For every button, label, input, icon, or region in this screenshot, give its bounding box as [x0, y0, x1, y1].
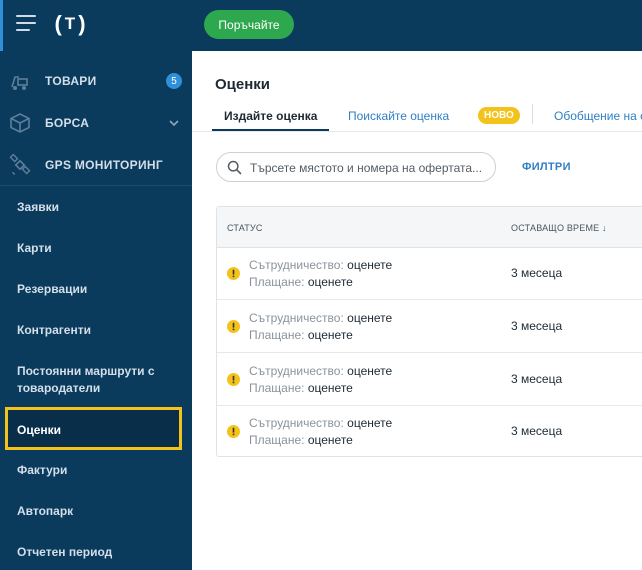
column-header-remaining-time[interactable]: ОСТАВАЩО ВРЕМЕ ↓	[511, 223, 607, 233]
sidebar-item-label: Карти	[17, 241, 52, 255]
sidebar-item-ratings[interactable]: Оценки	[5, 407, 182, 450]
sidebar-item-label: GPS МОНИТОРИНГ	[45, 158, 163, 172]
truck-icon	[11, 76, 28, 90]
search-icon	[227, 160, 242, 175]
sidebar-item-gps[interactable]: GPS МОНИТОРИНГ	[0, 145, 192, 185]
table-row[interactable]: Сътрудничество: оценете Плащане: оценете…	[217, 406, 642, 458]
cooperation-status: Сътрудничество: оценете	[249, 311, 393, 325]
cooperation-status: Сътрудничество: оценете	[249, 364, 393, 378]
sidebar-item-label: Отчетен период	[17, 545, 113, 559]
cargo-count-badge: 5	[166, 73, 182, 89]
payment-status: Плащане: оценете	[249, 328, 353, 342]
sidebar-item-label: ТОВАРИ	[45, 74, 97, 88]
warning-icon	[227, 425, 240, 438]
payment-status: Плащане: оценете	[249, 433, 353, 447]
sidebar-item-cargo[interactable]: ТОВАРИ 5	[0, 61, 192, 101]
sidebar-item-reporting-period[interactable]: Отчетен период	[0, 545, 192, 561]
sidebar-main-nav: ТОВАРИ 5 БОРСА GPS МОНИТОРИНГ	[0, 51, 192, 186]
table-row[interactable]: Сътрудничество: оценете Плащане: оценете…	[217, 301, 642, 353]
sidebar-item-label-line2: товародатели	[17, 381, 101, 395]
sidebar-item-label: Автопарк	[17, 504, 74, 518]
tab-ratings-summary[interactable]: Обобщение на оце	[554, 102, 642, 130]
sidebar-item-label: Оценки	[17, 423, 62, 437]
remaining-time: 3 месеца	[511, 319, 563, 333]
sidebar-item-contractors[interactable]: Контрагенти	[0, 323, 192, 339]
ratings-table: СТАТУС ОСТАВАЩО ВРЕМЕ ↓ Сътрудничество: …	[216, 206, 642, 457]
column-header-status: СТАТУС	[227, 223, 263, 233]
sidebar-item-label: Заявки	[17, 200, 59, 214]
filters-button[interactable]: ФИЛТРИ	[522, 161, 571, 173]
page-title: Оценки	[215, 76, 271, 93]
remaining-time: 3 месеца	[511, 424, 563, 438]
sidebar-item-invoices[interactable]: Фактури	[0, 463, 192, 479]
top-bar: ( T ) Поръчайте	[0, 0, 642, 51]
app-logo[interactable]: ( T )	[50, 11, 90, 37]
warning-icon	[227, 373, 240, 386]
sidebar-item-reservations[interactable]: Резервации	[0, 282, 192, 298]
table-row[interactable]: Сътрудничество: оценете Плащане: оценете…	[217, 354, 642, 406]
sidebar-item-label: Резервации	[17, 282, 88, 296]
sidebar-item-fleet[interactable]: Автопарк	[0, 504, 192, 520]
sidebar-item-maps[interactable]: Карти	[0, 241, 192, 257]
satellite-icon	[9, 154, 31, 175]
cooperation-status: Сътрудничество: оценете	[249, 258, 393, 272]
order-button[interactable]: Поръчайте	[204, 10, 294, 39]
sidebar-item-label: Фактури	[17, 463, 68, 477]
sidebar-item-label: Постоянни маршрути с	[17, 364, 155, 378]
tab-issue-rating[interactable]: Издайте оценка	[212, 102, 330, 132]
search-box[interactable]	[216, 152, 496, 182]
main-content: Оценки Издайте оценка Поискайте оценка Н…	[192, 51, 642, 570]
warning-icon	[227, 267, 240, 280]
sidebar-item-orders[interactable]: Заявки	[0, 200, 192, 216]
payment-status: Плащане: оценете	[249, 381, 353, 395]
sidebar-item-exchange[interactable]: БОРСА	[0, 103, 192, 143]
remaining-time: 3 месеца	[511, 266, 563, 280]
sidebar-item-label: БОРСА	[45, 116, 90, 130]
new-badge: НОВО	[478, 107, 520, 124]
tab-request-rating[interactable]: Поискайте оценка	[348, 102, 449, 130]
tabs-underline	[192, 131, 642, 132]
chevron-down-icon[interactable]	[168, 117, 180, 129]
logo-letter: T	[64, 14, 76, 33]
warning-icon	[227, 320, 240, 333]
top-bar-accent	[0, 0, 3, 51]
search-input[interactable]	[250, 159, 490, 176]
box-icon	[10, 113, 30, 133]
sidebar-item-label: Контрагенти	[17, 323, 91, 337]
table-header: СТАТУС ОСТАВАЩО ВРЕМЕ ↓	[217, 207, 642, 248]
hamburger-menu-icon[interactable]	[16, 15, 36, 31]
tabs-bar: Издайте оценка Поискайте оценка НОВО Обо…	[212, 102, 642, 132]
sidebar-item-permanent-routes[interactable]: Постоянни маршрути с товародатели	[0, 364, 192, 398]
table-row[interactable]: Сътрудничество: оценете Плащане: оценете…	[217, 248, 642, 300]
tab-divider	[532, 104, 533, 124]
remaining-time: 3 месеца	[511, 372, 563, 386]
cooperation-status: Сътрудничество: оценете	[249, 416, 393, 430]
sidebar: ТОВАРИ 5 БОРСА GPS МОНИТОРИНГ Заявки Кар…	[0, 51, 192, 570]
payment-status: Плащане: оценете	[249, 275, 353, 289]
